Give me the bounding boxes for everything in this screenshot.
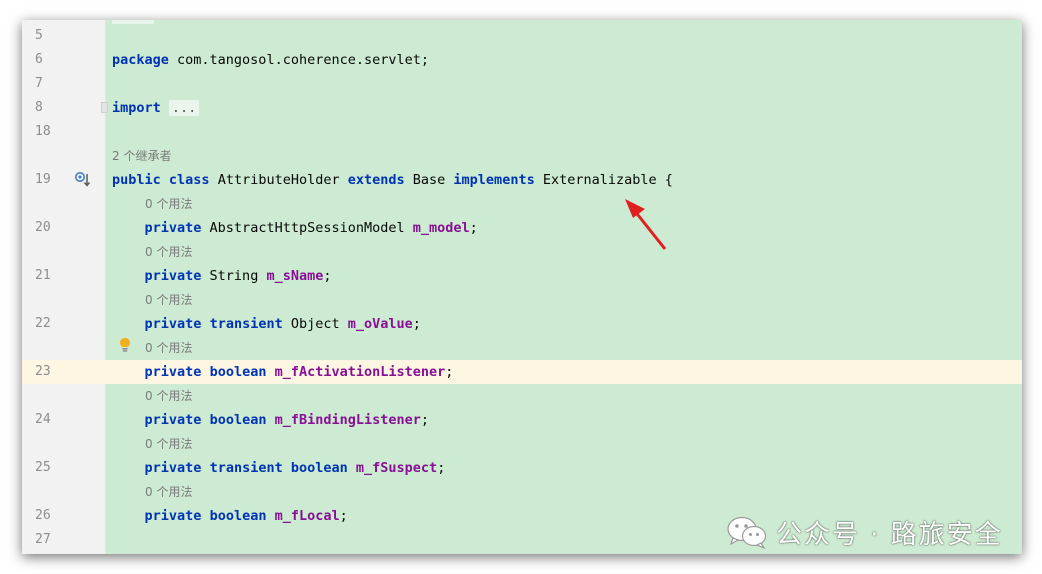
annotation-arrow xyxy=(625,199,667,250)
wechat-icon xyxy=(727,516,767,549)
code-editor-window: 5 6 package com.tangosol.coherence.servlet… xyxy=(22,20,1022,554)
watermark: 公众号 · 路旅安全 xyxy=(726,514,1003,550)
watermark-text: 公众号 · 路旅安全 xyxy=(776,519,1003,550)
